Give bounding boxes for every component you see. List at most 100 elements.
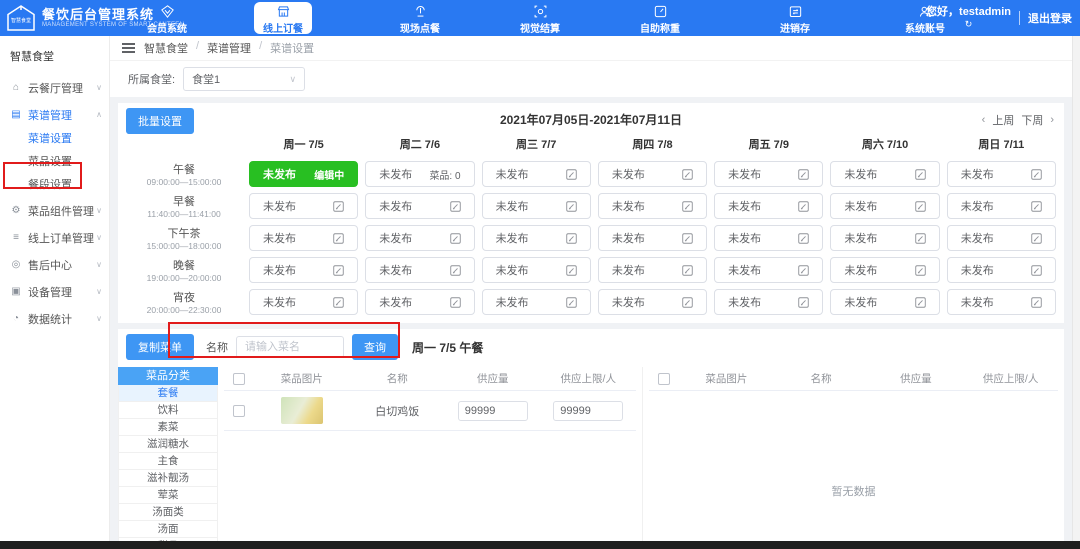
menu-cell-r3c6[interactable]: 未发布 bbox=[947, 257, 1056, 283]
menu-cell-r2c6[interactable]: 未发布 bbox=[947, 225, 1056, 251]
edit-icon[interactable] bbox=[915, 265, 926, 276]
sidebar-item-cloud-restaurant[interactable]: ⌂云餐厅管理∨ bbox=[0, 74, 109, 101]
collapse-menu-icon[interactable] bbox=[122, 43, 135, 53]
menu-cell-r4c5[interactable]: 未发布 bbox=[830, 289, 939, 315]
sidebar-item-recipe-mgmt[interactable]: ▤菜谱管理∧ bbox=[0, 101, 109, 128]
select-all-checkbox[interactable] bbox=[658, 373, 670, 385]
edit-icon[interactable] bbox=[798, 265, 809, 276]
sidebar-subitem-dish-settings[interactable]: 菜品设置 bbox=[0, 151, 109, 174]
sidebar-item-dish-components[interactable]: ⚙菜品组件管理∨ bbox=[0, 197, 109, 224]
sidebar-item-online-order-mgmt[interactable]: ≡线上订单管理∨ bbox=[0, 224, 109, 251]
sidebar-item-data-statistics[interactable]: ◔数据统计∨ bbox=[0, 305, 109, 332]
edit-icon[interactable] bbox=[1031, 297, 1042, 308]
nav-item-inventory[interactable]: 进销存 bbox=[780, 3, 810, 35]
limit-input[interactable] bbox=[553, 401, 623, 421]
edit-icon[interactable] bbox=[682, 169, 693, 180]
menu-cell-r4c4[interactable]: 未发布 bbox=[714, 289, 823, 315]
vertical-scrollbar[interactable] bbox=[1072, 36, 1080, 541]
edit-icon[interactable] bbox=[333, 297, 344, 308]
next-week-link[interactable]: 下周 bbox=[1021, 112, 1043, 128]
menu-cell-r0c0[interactable]: 未发布编辑中 bbox=[249, 161, 358, 187]
menu-cell-r0c4[interactable]: 未发布 bbox=[714, 161, 823, 187]
category-item[interactable]: 饮料 bbox=[118, 402, 218, 419]
menu-cell-r2c3[interactable]: 未发布 bbox=[598, 225, 707, 251]
select-all-checkbox[interactable] bbox=[233, 373, 245, 385]
nav-item-member-system[interactable]: 会员系统 bbox=[147, 3, 187, 35]
menu-cell-r4c6[interactable]: 未发布 bbox=[947, 289, 1056, 315]
horizontal-scrollbar[interactable] bbox=[0, 541, 1080, 549]
menu-cell-r3c5[interactable]: 未发布 bbox=[830, 257, 939, 283]
nav-item-online-ordering[interactable]: 线上订餐 bbox=[254, 2, 312, 34]
menu-cell-r1c6[interactable]: 未发布 bbox=[947, 193, 1056, 219]
menu-cell-r0c5[interactable]: 未发布 bbox=[830, 161, 939, 187]
edit-icon[interactable] bbox=[682, 265, 693, 276]
prev-week-link[interactable]: 上周 bbox=[992, 112, 1014, 128]
menu-cell-r2c0[interactable]: 未发布 bbox=[249, 225, 358, 251]
edit-icon[interactable] bbox=[682, 233, 693, 244]
edit-icon[interactable] bbox=[566, 169, 577, 180]
edit-icon[interactable] bbox=[682, 297, 693, 308]
category-item[interactable]: 主食 bbox=[118, 453, 218, 470]
edit-icon[interactable] bbox=[915, 233, 926, 244]
menu-cell-r3c4[interactable]: 未发布 bbox=[714, 257, 823, 283]
menu-cell-r3c1[interactable]: 未发布 bbox=[365, 257, 474, 283]
category-item[interactable]: 滋润糖水 bbox=[118, 436, 218, 453]
edit-icon[interactable] bbox=[450, 265, 461, 276]
edit-icon[interactable] bbox=[450, 201, 461, 212]
category-item[interactable]: 套餐 bbox=[118, 385, 218, 402]
sidebar-item-device-mgmt[interactable]: ▣设备管理∨ bbox=[0, 278, 109, 305]
sidebar-item-aftersales-center[interactable]: ◎售后中心∨ bbox=[0, 251, 109, 278]
edit-icon[interactable] bbox=[450, 233, 461, 244]
edit-icon[interactable] bbox=[333, 233, 344, 244]
nav-item-visual-checkout[interactable]: 视觉结算 bbox=[520, 3, 560, 35]
user-greeting-block[interactable]: 您好，testadmin ↻ bbox=[926, 6, 1011, 30]
menu-cell-r3c2[interactable]: 未发布 bbox=[482, 257, 591, 283]
menu-cell-r2c2[interactable]: 未发布 bbox=[482, 225, 591, 251]
menu-cell-r3c0[interactable]: 未发布 bbox=[249, 257, 358, 283]
category-item[interactable]: 素菜 bbox=[118, 419, 218, 436]
edit-icon[interactable] bbox=[798, 201, 809, 212]
menu-cell-r1c3[interactable]: 未发布 bbox=[598, 193, 707, 219]
edit-icon[interactable] bbox=[1031, 201, 1042, 212]
edit-icon[interactable] bbox=[566, 201, 577, 212]
edit-icon[interactable] bbox=[333, 265, 344, 276]
copy-menu-button[interactable]: 复制菜单 bbox=[126, 334, 194, 360]
edit-icon[interactable] bbox=[798, 169, 809, 180]
category-item[interactable]: 汤面类 bbox=[118, 504, 218, 521]
category-item[interactable]: 汤面 bbox=[118, 521, 218, 538]
edit-icon[interactable] bbox=[1031, 233, 1042, 244]
sidebar-subitem-mealtime-settings[interactable]: 餐段设置 bbox=[0, 174, 109, 197]
menu-cell-r2c1[interactable]: 未发布 bbox=[365, 225, 474, 251]
menu-cell-r1c2[interactable]: 未发布 bbox=[482, 193, 591, 219]
menu-cell-r3c3[interactable]: 未发布 bbox=[598, 257, 707, 283]
category-item[interactable]: 滋补靓汤 bbox=[118, 470, 218, 487]
menu-cell-r4c0[interactable]: 未发布 bbox=[249, 289, 358, 315]
menu-cell-r4c3[interactable]: 未发布 bbox=[598, 289, 707, 315]
logout-link[interactable]: 退出登录 bbox=[1028, 10, 1072, 26]
menu-cell-r1c1[interactable]: 未发布 bbox=[365, 193, 474, 219]
edit-icon[interactable] bbox=[798, 233, 809, 244]
menu-cell-r0c6[interactable]: 未发布 bbox=[947, 161, 1056, 187]
edit-icon[interactable] bbox=[1031, 265, 1042, 276]
edit-icon[interactable] bbox=[1031, 169, 1042, 180]
edit-icon[interactable] bbox=[915, 201, 926, 212]
edit-icon[interactable] bbox=[682, 201, 693, 212]
refresh-icon[interactable]: ↻ bbox=[965, 18, 973, 30]
breadcrumb-item[interactable]: 菜谱管理 bbox=[207, 40, 251, 56]
menu-cell-r1c0[interactable]: 未发布 bbox=[249, 193, 358, 219]
edit-icon[interactable] bbox=[333, 201, 344, 212]
nav-item-onsite-ordering[interactable]: 现场点餐 bbox=[400, 3, 440, 35]
edit-icon[interactable] bbox=[566, 233, 577, 244]
edit-icon[interactable] bbox=[566, 297, 577, 308]
menu-cell-r4c1[interactable]: 未发布 bbox=[365, 289, 474, 315]
edit-icon[interactable] bbox=[915, 297, 926, 308]
menu-cell-r2c4[interactable]: 未发布 bbox=[714, 225, 823, 251]
edit-icon[interactable] bbox=[915, 169, 926, 180]
dish-name-input[interactable] bbox=[236, 336, 344, 358]
nav-item-self-weighing[interactable]: 自助称重 bbox=[640, 3, 680, 35]
menu-cell-r2c5[interactable]: 未发布 bbox=[830, 225, 939, 251]
edit-icon[interactable] bbox=[798, 297, 809, 308]
menu-cell-r0c1[interactable]: 未发布菜品: 0 bbox=[365, 161, 474, 187]
menu-cell-r1c4[interactable]: 未发布 bbox=[714, 193, 823, 219]
row-checkbox[interactable] bbox=[233, 405, 245, 417]
